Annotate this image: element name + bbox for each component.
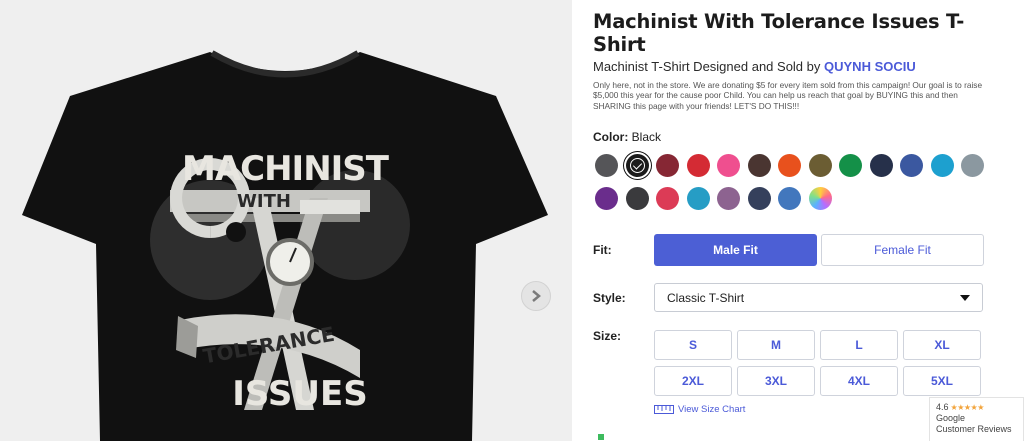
size-option-m[interactable]: M: [737, 330, 815, 360]
next-image-button[interactable]: [521, 281, 551, 311]
fit-label: Fit:: [593, 243, 612, 257]
star-rating-icon: ★★★★★: [950, 403, 985, 412]
seller-link[interactable]: QUYNH SOCIU: [824, 59, 916, 74]
artwork-line1: MACHINIST: [182, 149, 390, 189]
reviews-source: Google: [936, 413, 966, 423]
artwork-line2: WITH: [237, 191, 291, 212]
color-swatch[interactable]: [625, 154, 649, 177]
color-label: Color: Black: [593, 130, 661, 144]
color-swatch[interactable]: [747, 154, 771, 177]
color-swatch[interactable]: [808, 187, 832, 210]
color-swatch[interactable]: [656, 187, 679, 210]
size-option-l[interactable]: L: [820, 330, 898, 360]
caret-down-icon: [960, 294, 970, 301]
subtitle-text: Machinist T-Shirt Designed and Sold by: [593, 59, 821, 74]
chevron-right-icon: [532, 290, 541, 302]
in-stock-indicator: [598, 434, 604, 440]
color-swatch[interactable]: [839, 154, 862, 177]
ruler-icon: [654, 405, 674, 414]
color-swatch[interactable]: [808, 154, 832, 177]
color-swatch[interactable]: [869, 154, 893, 177]
color-swatch[interactable]: [961, 154, 984, 177]
color-swatch[interactable]: [595, 187, 618, 210]
size-chart-link[interactable]: View Size Chart: [654, 404, 745, 415]
reviews-label: Customer Reviews: [936, 424, 1012, 434]
color-swatch[interactable]: [625, 187, 649, 210]
size-label: Size:: [593, 329, 622, 343]
color-swatch[interactable]: [686, 154, 710, 177]
rating-value: 4.6: [936, 402, 949, 412]
google-reviews-badge[interactable]: 4.6 ★★★★★ Google Customer Reviews: [929, 397, 1024, 441]
color-swatch[interactable]: [595, 154, 618, 177]
product-details: Machinist With Tolerance Issues T-Shirt …: [593, 0, 1024, 441]
size-option-2xl[interactable]: 2XL: [654, 366, 732, 396]
male-fit-button[interactable]: Male Fit: [654, 234, 817, 266]
tshirt-image: MACHINIST WITH TOLERANCE ISSUES: [22, 50, 548, 441]
color-swatch[interactable]: [778, 154, 801, 177]
product-description: Only here, not in the store. We are dona…: [593, 80, 983, 111]
rating-line: 4.6 ★★★★★: [936, 402, 1017, 413]
color-swatch[interactable]: [930, 154, 954, 177]
color-swatch[interactable]: [717, 154, 740, 177]
style-select-value: Classic T-Shirt: [667, 290, 745, 305]
color-swatch[interactable]: [900, 154, 923, 177]
size-option-xl[interactable]: XL: [903, 330, 981, 360]
color-swatch[interactable]: [656, 154, 679, 177]
color-swatch[interactable]: [747, 187, 771, 210]
size-option-5xl[interactable]: 5XL: [903, 366, 981, 396]
style-label: Style:: [593, 291, 626, 305]
size-option-4xl[interactable]: 4XL: [820, 366, 898, 396]
size-option-3xl[interactable]: 3XL: [737, 366, 815, 396]
product-image-panel: MACHINIST WITH TOLERANCE ISSUES: [0, 0, 572, 441]
style-select[interactable]: Classic T-Shirt: [654, 283, 983, 312]
artwork-line4: ISSUES: [232, 374, 367, 414]
checkmark-icon: [629, 158, 645, 173]
female-fit-button[interactable]: Female Fit: [821, 234, 984, 266]
product-title: Machinist With Tolerance Issues T-Shirt: [593, 10, 965, 56]
color-swatch[interactable]: [778, 187, 801, 210]
size-option-s[interactable]: S: [654, 330, 732, 360]
color-swatch[interactable]: [686, 187, 710, 210]
size-chart-text: View Size Chart: [678, 404, 746, 415]
selected-color-name: Black: [631, 130, 662, 144]
color-label-title: Color:: [593, 130, 629, 144]
color-swatch[interactable]: [717, 187, 740, 210]
product-subtitle: Machinist T-Shirt Designed and Sold by Q…: [593, 59, 916, 74]
